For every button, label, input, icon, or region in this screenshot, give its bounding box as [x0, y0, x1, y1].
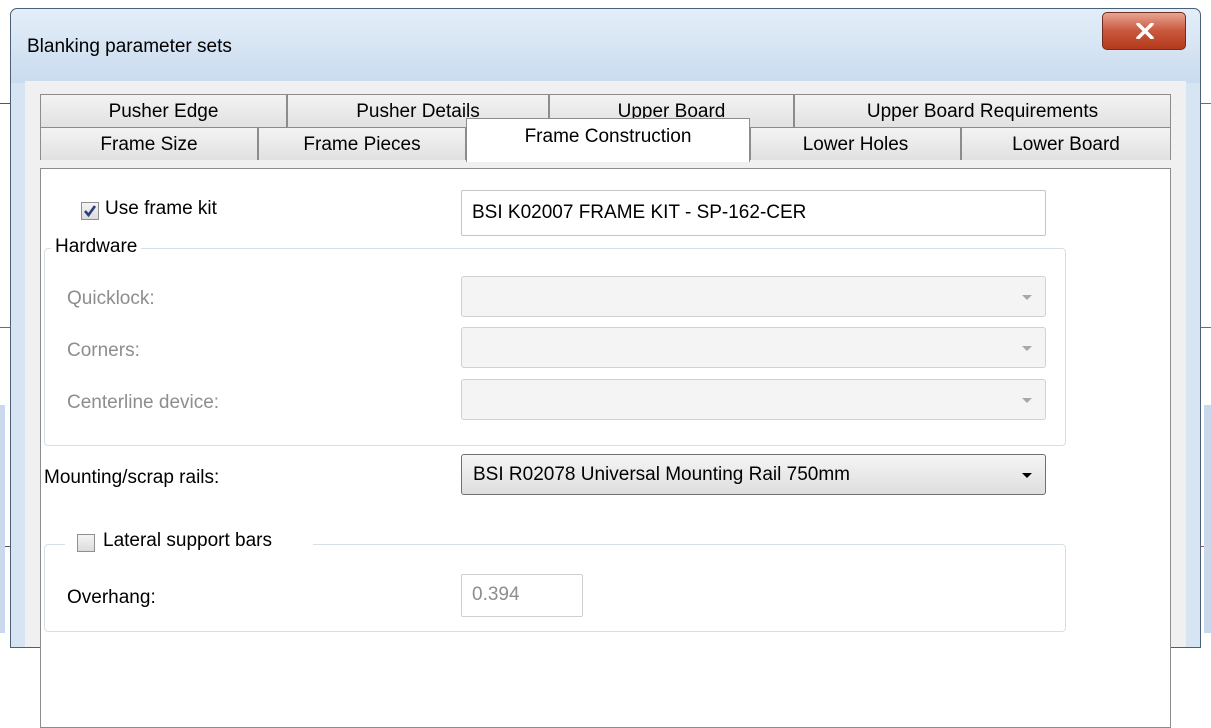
background-line — [1201, 103, 1211, 104]
centerline-device-dropdown[interactable] — [461, 379, 1046, 420]
frame-kit-value: BSI K02007 FRAME KIT - SP-162-CER — [472, 202, 807, 223]
overhang-value: 0.394 — [472, 584, 520, 605]
chevron-down-icon — [1022, 473, 1032, 478]
background-line — [0, 327, 10, 328]
tab-upper-board-requirements[interactable]: Upper Board Requirements — [794, 94, 1171, 127]
window-title: Blanking parameter sets — [27, 36, 232, 57]
tab-lower-holes[interactable]: Lower Holes — [750, 127, 961, 160]
background-scroll-strip — [0, 405, 5, 633]
tab-row-bottom: Frame Size Frame Pieces Frame Constructi… — [40, 118, 1171, 162]
lateral-support-title: Lateral support bars — [65, 530, 313, 556]
frame-kit-field[interactable]: BSI K02007 FRAME KIT - SP-162-CER — [461, 190, 1046, 236]
hardware-group-title: Hardware — [51, 236, 142, 258]
background-line — [1201, 327, 1211, 328]
close-button[interactable] — [1102, 12, 1186, 50]
tab-frame-pieces[interactable]: Frame Pieces — [258, 127, 466, 160]
chevron-down-icon — [1022, 398, 1032, 403]
tab-panel-frame-construction: Use frame kit BSI K02007 FRAME KIT - SP-… — [40, 168, 1171, 728]
dialog-client-area: Pusher Edge Pusher Details Upper Board U… — [25, 81, 1186, 728]
close-icon — [1136, 23, 1154, 39]
tab-frame-construction[interactable]: Frame Construction — [466, 118, 750, 162]
dialog-window: Blanking parameter sets Pusher Edge Push… — [10, 8, 1201, 728]
quicklock-dropdown[interactable] — [461, 276, 1046, 317]
chevron-down-icon — [1022, 295, 1032, 300]
lateral-support-label: Lateral support bars — [103, 530, 272, 551]
checkmark-icon — [84, 205, 97, 218]
corners-dropdown[interactable] — [461, 327, 1046, 368]
chevron-down-icon — [1022, 346, 1032, 351]
tab-frame-size[interactable]: Frame Size — [40, 127, 258, 160]
centerline-device-label: Centerline device: — [67, 392, 220, 413]
corners-label: Corners: — [67, 340, 140, 361]
tab-lower-board[interactable]: Lower Board — [961, 127, 1171, 160]
mounting-rails-dropdown[interactable]: BSI R02078 Universal Mounting Rail 750mm — [461, 454, 1046, 495]
title-bar: Blanking parameter sets — [11, 9, 1200, 83]
mounting-rails-label: Mounting/scrap rails: — [44, 467, 220, 488]
background-line — [0, 103, 10, 104]
quicklock-label: Quicklock: — [67, 288, 155, 309]
mounting-rails-value: BSI R02078 Universal Mounting Rail 750mm — [473, 464, 851, 485]
use-frame-kit-checkbox[interactable] — [81, 202, 99, 220]
use-frame-kit-label: Use frame kit — [105, 198, 217, 219]
overhang-label: Overhang: — [67, 587, 156, 608]
overhang-field[interactable]: 0.394 — [461, 574, 583, 617]
lateral-support-checkbox[interactable] — [77, 534, 95, 552]
background-scroll-strip — [1204, 405, 1211, 633]
tab-pusher-edge[interactable]: Pusher Edge — [40, 94, 287, 127]
